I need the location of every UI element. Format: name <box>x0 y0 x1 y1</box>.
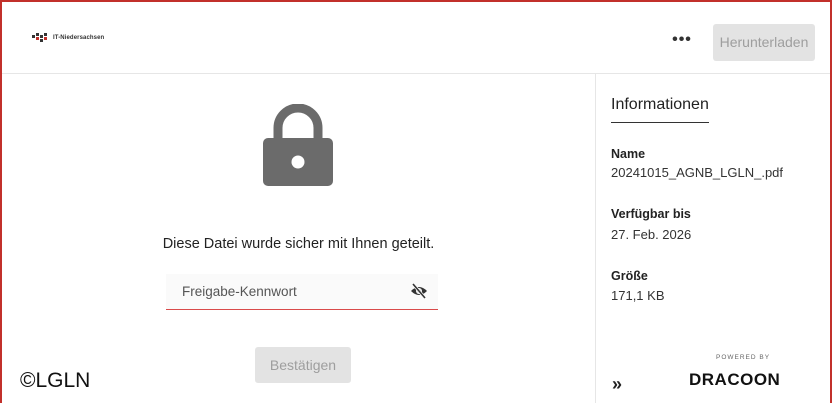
collapse-sidebar-button[interactable]: » <box>612 374 622 395</box>
dracoon-logo: DRACOON <box>689 370 781 389</box>
available-value: 27. Feb. 2026 <box>611 227 692 242</box>
eye-off-icon[interactable] <box>410 283 428 299</box>
available-label: Verfügbar bis <box>611 207 691 221</box>
logo-icon <box>32 33 47 42</box>
size-label: Größe <box>611 269 648 283</box>
more-options-button[interactable]: ••• <box>666 30 698 54</box>
main-content: Diese Datei wurde sicher mit Ihnen getei… <box>2 74 595 403</box>
logo-text: IT-Niedersachsen <box>53 34 105 41</box>
name-label: Name <box>611 147 646 161</box>
logo: IT-Niedersachsen <box>32 32 104 43</box>
shared-message: Diese Datei wurde sicher mit Ihnen getei… <box>162 236 435 252</box>
password-field[interactable]: Freigabe-Kennwort <box>166 274 438 310</box>
powered-by-text: POWERED BY <box>716 354 771 361</box>
copyright-text: ©LGLN <box>20 369 91 392</box>
info-sidebar: Informationen Name 20241015_AGNB_LGLN_.p… <box>595 74 830 403</box>
lock-icon <box>263 104 333 186</box>
password-placeholder: Freigabe-Kennwort <box>182 284 297 299</box>
info-title: Informationen <box>611 96 709 123</box>
name-value: 20241015_AGNB_LGLN_.pdf <box>611 165 784 180</box>
confirm-button[interactable]: Bestätigen <box>255 347 351 383</box>
header: IT-Niedersachsen ••• Herunterladen <box>2 2 830 74</box>
size-value: 171,1 KB <box>611 288 665 303</box>
download-button[interactable]: Herunterladen <box>713 24 815 61</box>
